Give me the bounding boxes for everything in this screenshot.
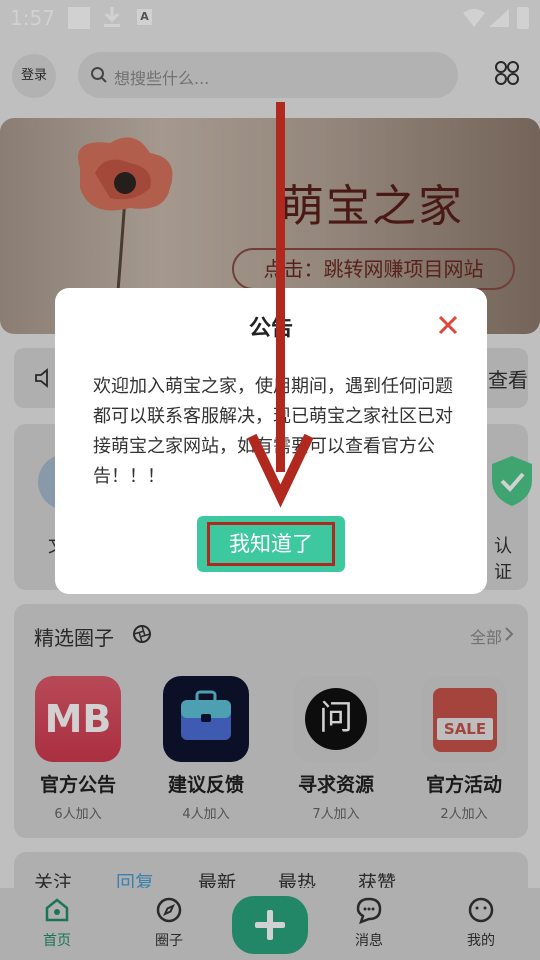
annotation-arrow-icon	[247, 102, 314, 508]
